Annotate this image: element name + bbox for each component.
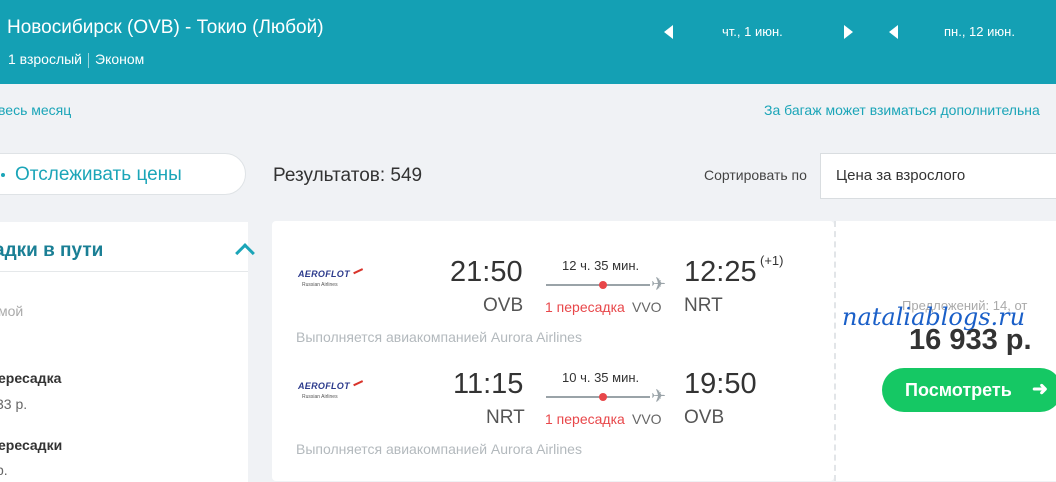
leg2-stops[interactable]: 1 пересадка <box>545 411 625 427</box>
stops-option-one-price: 33 р. <box>0 396 28 412</box>
aeroflot-logo: AEROFLOT Russian Airlines <box>298 268 368 294</box>
leg2-operator: Выполняется авиакомпанией Aurora Airline… <box>296 441 582 457</box>
leg1-arrive-code: NRT <box>684 295 723 316</box>
leg1-depart-code: OVB <box>483 295 524 316</box>
logo-subtitle: Russian Airlines <box>302 394 338 400</box>
watermark: nataliablogs.ru <box>842 303 1026 331</box>
plane-icon: ✈ <box>651 274 667 294</box>
leg2-depart-time: 11:15 <box>453 368 524 400</box>
leg1-stops[interactable]: 1 пересадка <box>545 299 625 315</box>
logo-wing-icon <box>353 380 365 390</box>
leg2-arrive-time: 19:50 <box>684 368 757 400</box>
arrow-right-icon: ➜ <box>1032 379 1048 400</box>
view-deal-button[interactable]: Посмотреть ➜ <box>882 368 1056 412</box>
leg1-operator: Выполняется авиакомпанией Aurora Airline… <box>296 329 582 345</box>
depart-date[interactable]: чт., 1 июн. <box>722 24 783 39</box>
route-title[interactable]: Новосибирск (OVB) - Токио (Любой) <box>7 17 324 39</box>
logo-wordmark: AEROFLOT <box>298 269 350 279</box>
passenger-count: 1 взрослый <box>8 51 82 67</box>
prev-depart-date-arrow-icon[interactable] <box>664 25 673 39</box>
sort-label: Сортировать по <box>704 167 807 183</box>
return-date[interactable]: пн., 12 июн. <box>944 24 1015 39</box>
stops-option-two-price: р. <box>0 462 8 478</box>
leg1-day-offset: (+1) <box>760 253 784 268</box>
leg2-arrive-code: OVB <box>684 407 725 428</box>
sort-select[interactable]: Цена за взрослого <box>820 153 1056 199</box>
logo-subtitle: Russian Airlines <box>302 282 338 288</box>
stops-option-one[interactable]: ересадка <box>0 370 61 386</box>
leg2-depart-code: NRT <box>486 407 525 428</box>
leg1-stop-dot <box>599 281 607 289</box>
leg2-duration: 10 ч. 35 мин. <box>562 370 640 385</box>
next-depart-date-arrow-icon[interactable] <box>844 25 853 39</box>
sort-select-value: Цена за взрослого <box>836 167 966 184</box>
leg1-arrive-time: 12:25 <box>684 256 757 288</box>
results-count: Результатов: 549 <box>273 165 423 186</box>
leg1-duration: 12 ч. 35 мин. <box>562 258 640 273</box>
stops-filter-title[interactable]: адки в пути <box>0 240 103 262</box>
search-header: Новосибирск (OVB) - Токио (Любой) 1 взро… <box>0 0 1056 84</box>
logo-wing-icon <box>353 268 365 278</box>
baggage-note-link[interactable]: За багаж может взиматься дополнительна <box>764 102 1040 118</box>
leg2-via: VVO <box>632 411 662 427</box>
passenger-info[interactable]: 1 взрослый Эконом <box>8 51 144 68</box>
leg2-route-line <box>546 396 650 398</box>
track-prices-button[interactable]: Отслеживать цены <box>0 153 246 195</box>
bell-icon <box>1 173 5 177</box>
cabin-class: Эконом <box>95 51 145 67</box>
aeroflot-logo: AEROFLOT Russian Airlines <box>298 380 368 406</box>
divider <box>0 271 248 272</box>
leg1-route-line <box>546 284 650 286</box>
stops-option-two[interactable]: ересадки <box>0 437 62 453</box>
leg1-via: VVO <box>632 299 662 315</box>
stops-option-any[interactable]: мой <box>0 303 23 319</box>
track-prices-label: Отслеживать цены <box>15 164 182 185</box>
view-deal-label: Посмотреть <box>905 380 1012 400</box>
divider <box>88 52 89 68</box>
logo-wordmark: AEROFLOT <box>298 381 350 391</box>
leg2-stop-dot <box>599 393 607 401</box>
leg1-depart-time: 21:50 <box>450 256 523 288</box>
prev-return-date-arrow-icon[interactable] <box>889 25 898 39</box>
whole-month-link[interactable]: весь месяц <box>0 102 71 118</box>
plane-icon: ✈ <box>651 386 667 406</box>
